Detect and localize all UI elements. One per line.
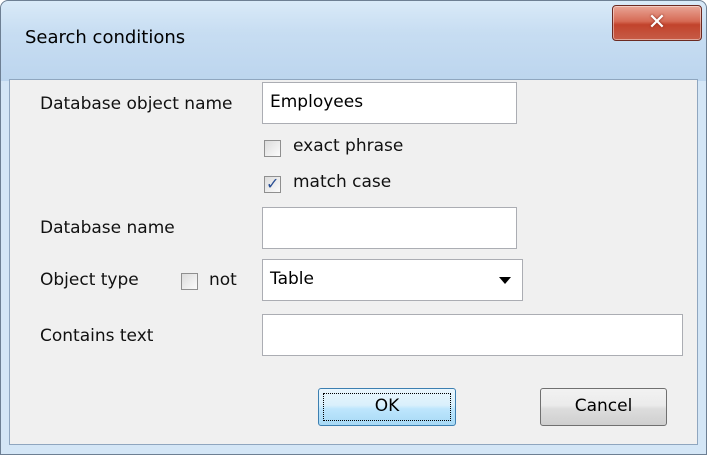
database-name-input[interactable] xyxy=(262,207,517,249)
search-conditions-dialog: Search conditions ✕ Database object name… xyxy=(0,0,707,455)
ok-button[interactable]: OK xyxy=(318,388,456,426)
contains-text-label: Contains text xyxy=(40,326,154,346)
title-bar: Search conditions ✕ xyxy=(1,1,706,81)
close-icon: ✕ xyxy=(647,10,667,35)
chevron-down-icon xyxy=(499,277,511,284)
database-object-name-input[interactable]: Employees xyxy=(262,82,517,124)
checkmark-icon: ✓ xyxy=(266,174,280,193)
exact-phrase-label: exact phrase xyxy=(293,136,404,156)
exact-phrase-checkbox[interactable] xyxy=(264,140,281,157)
close-button[interactable]: ✕ xyxy=(612,5,702,41)
cancel-button[interactable]: Cancel xyxy=(540,388,667,426)
object-type-label: Object type xyxy=(40,270,139,290)
window-title: Search conditions xyxy=(25,27,186,48)
focus-rectangle xyxy=(323,393,451,421)
object-type-dropdown[interactable]: Table xyxy=(262,259,523,301)
dialog-body: Database object name Employees exact phr… xyxy=(9,79,698,445)
database-name-label: Database name xyxy=(40,218,175,238)
contains-text-input[interactable] xyxy=(262,314,683,356)
match-case-checkbox[interactable]: ✓ xyxy=(264,174,281,193)
object-type-value: Table xyxy=(270,269,314,289)
cancel-button-label: Cancel xyxy=(574,396,633,416)
match-case-label: match case xyxy=(293,172,392,192)
not-checkbox[interactable] xyxy=(181,273,198,290)
database-object-name-label: Database object name xyxy=(40,94,233,114)
not-label: not xyxy=(209,270,237,290)
